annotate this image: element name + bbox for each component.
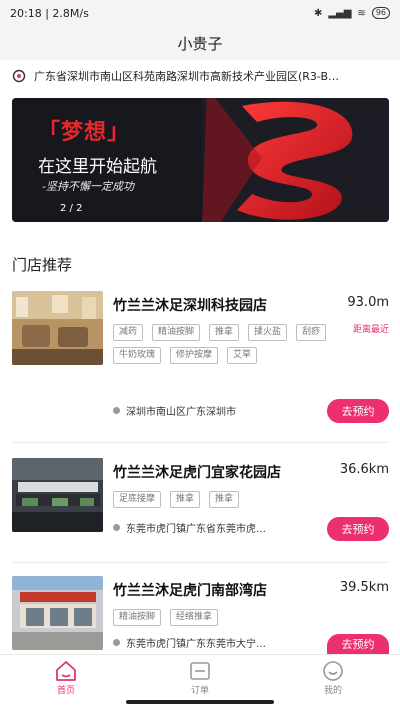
- store-address: 东莞市虎门镇广东省东莞市虎…: [126, 524, 266, 535]
- store-name: 竹兰兰沐足虎门宜家花园店: [113, 465, 281, 481]
- orders-icon: [190, 662, 210, 680]
- address-bar[interactable]: 广东省深圳市南山区科苑南路深圳市高新技术产业园区(R3-B…: [0, 64, 400, 88]
- location-pin-icon: [12, 69, 26, 83]
- store-distance: 36.6km: [339, 462, 389, 477]
- signal-icon: ▂▄▆: [328, 7, 352, 19]
- service-tag: 修护按摩: [170, 347, 219, 364]
- location-dot-icon: [113, 407, 120, 414]
- store-card[interactable]: 竹兰兰沐足虎门南部湾店 39.5km 精油按脚 经络推拿 东莞市虎门镇广东东莞市…: [12, 576, 389, 654]
- bluetooth-icon: ✱: [313, 7, 323, 19]
- store-image: [12, 291, 103, 365]
- service-tag: 足底接摩: [113, 491, 162, 508]
- store-address: 深圳市南山区广东深圳市: [126, 407, 236, 418]
- divider: [12, 442, 389, 443]
- tab-mine[interactable]: 我的: [298, 659, 368, 696]
- store-name: 竹兰兰沐足虎门南部湾店: [113, 583, 267, 599]
- store-tags: 减药 精油按脚 推拿 揉火盐 刮痧 牛奶玫瑰 修护按摩 艾草: [113, 324, 328, 364]
- service-tag: 揉火盐: [248, 324, 288, 341]
- store-location: 东莞市虎门镇广东省东莞市虎…: [113, 520, 266, 535]
- profile-icon: [323, 661, 343, 681]
- banner-page-indicator: 2 / 2: [60, 203, 83, 214]
- banner-title: 「梦想」: [38, 120, 131, 145]
- tab-orders[interactable]: 订单: [165, 659, 235, 696]
- wifi-icon: ≋: [357, 7, 366, 19]
- service-tag: 精油按脚: [152, 324, 201, 341]
- store-image: [12, 576, 103, 650]
- section-title: 门店推荐: [12, 256, 73, 274]
- status-icons: ✱ ▂▄▆ ≋ 96: [314, 7, 390, 19]
- banner-subtitle: 在这里开始起航: [38, 157, 157, 177]
- store-tags: 足底接摩 推拿 推拿: [113, 491, 328, 508]
- store-address: 东莞市虎门镇广东东莞市大宁…: [126, 639, 266, 650]
- tab-home[interactable]: 首页: [31, 659, 101, 696]
- service-tag: 推拿: [209, 491, 240, 508]
- store-image: [12, 458, 103, 532]
- location-dot-icon: [113, 524, 120, 531]
- status-time: 20:18 | 2.8M/s: [10, 6, 89, 20]
- book-button[interactable]: 去预约: [327, 517, 389, 541]
- service-tag: 减药: [113, 324, 144, 341]
- tab-home-label: 首页: [56, 686, 75, 696]
- service-tag: 艾草: [227, 347, 258, 364]
- service-tag: 经络推拿: [170, 609, 219, 626]
- service-tag: 精油按脚: [113, 609, 162, 626]
- store-location: 东莞市虎门镇广东东莞市大宁…: [113, 635, 266, 650]
- service-tag: 牛奶玫瑰: [113, 347, 162, 364]
- divider: [12, 562, 389, 563]
- service-tag: 推拿: [209, 324, 240, 341]
- status-bar: 20:18 | 2.8M/s ✱ ▂▄▆ ≋ 96: [0, 0, 400, 26]
- store-card[interactable]: 竹兰兰沐足虎门宜家花园店 36.6km 足底接摩 推拿 推拿 东莞市虎门镇广东省…: [12, 458, 389, 558]
- home-icon: [56, 661, 76, 681]
- tab-mine-label: 我的: [323, 686, 342, 696]
- battery-icon: 96: [371, 7, 390, 19]
- store-location: 深圳市南山区广东深圳市: [113, 403, 236, 418]
- service-tag: 刮痧: [296, 324, 327, 341]
- service-tag: 推拿: [170, 491, 201, 508]
- nearest-badge: 距离最近: [352, 325, 389, 335]
- store-card[interactable]: 竹兰兰沐足深圳科技园店 93.0m 距离最近 减药 精油按脚 推拿 揉火盐 刮痧…: [12, 291, 389, 431]
- banner-tagline: -坚持不懈一定成功: [42, 180, 134, 193]
- store-distance: 39.5km: [339, 580, 389, 595]
- tab-orders-label: 订单: [190, 686, 209, 696]
- address-text: 广东省深圳市南山区科苑南路深圳市高新技术产业园区(R3-B…: [34, 70, 340, 83]
- book-button[interactable]: 去预约: [327, 399, 389, 423]
- page-title: 小贵子: [177, 34, 223, 53]
- promo-banner[interactable]: 「梦想」 在这里开始起航 -坚持不懈一定成功 2 / 2: [12, 98, 389, 222]
- store-tags: 精油按脚 经络推拿: [113, 609, 328, 626]
- book-button[interactable]: 去预约: [327, 634, 389, 654]
- store-name: 竹兰兰沐足深圳科技园店: [113, 298, 267, 314]
- store-distance: 93.0m: [347, 295, 389, 310]
- title-bar: 小贵子: [0, 26, 400, 60]
- home-indicator: [126, 700, 274, 704]
- location-dot-icon: [113, 639, 120, 646]
